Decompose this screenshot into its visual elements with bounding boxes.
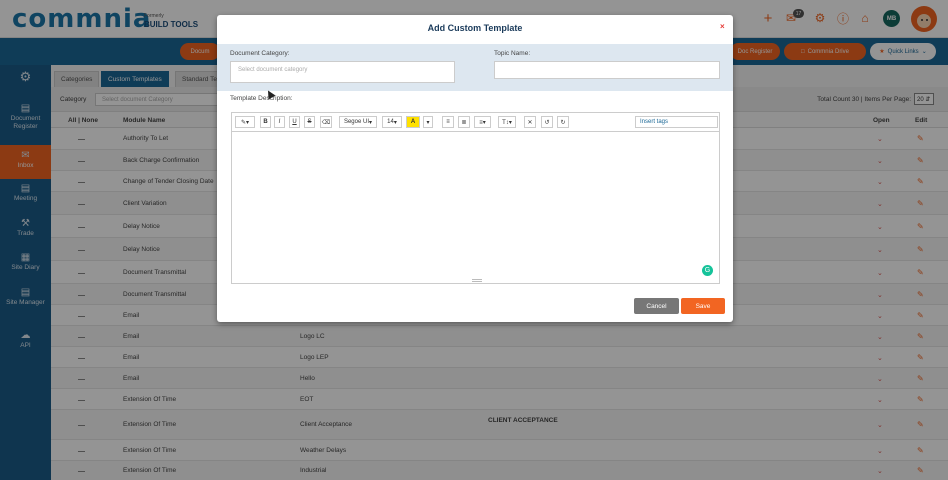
grammarly-icon[interactable]: G xyxy=(702,265,713,276)
color-dropdown-icon[interactable]: ▾ xyxy=(423,116,433,128)
document-category-select[interactable]: Select document category xyxy=(230,61,455,83)
text-color-icon[interactable]: A xyxy=(406,116,420,128)
editor-toolbar: ✎▾ B I U S ⌫ Segoe UI ▾ 14 ▾ A ▾ ≡ ≣ ≡▾ T↕… xyxy=(232,113,719,132)
style-brush-button[interactable]: ✎▾ xyxy=(235,116,255,128)
redo-icon[interactable]: ↻ xyxy=(557,116,569,128)
bold-button[interactable]: B xyxy=(260,116,271,128)
topic-name-input[interactable] xyxy=(494,61,720,79)
fullscreen-icon[interactable]: ✕ xyxy=(524,116,536,128)
resize-handle[interactable] xyxy=(472,279,482,282)
eraser-icon[interactable]: ⌫ xyxy=(320,116,332,128)
strikethrough-button[interactable]: S xyxy=(304,116,315,128)
close-icon[interactable]: × xyxy=(720,22,725,31)
undo-icon[interactable]: ↺ xyxy=(541,116,553,128)
topic-name-label: Topic Name: xyxy=(494,50,531,57)
italic-button[interactable]: I xyxy=(274,116,285,128)
numbered-list-icon[interactable]: ≣ xyxy=(458,116,470,128)
add-custom-template-modal: Add Custom Template × Document Category:… xyxy=(217,15,733,322)
font-family-select[interactable]: Segoe UI ▾ xyxy=(339,116,377,128)
align-icon[interactable]: ≡▾ xyxy=(474,116,491,128)
save-button[interactable]: Save xyxy=(681,298,725,314)
text-height-icon[interactable]: T↕▾ xyxy=(498,116,516,128)
editor-content-area[interactable]: G xyxy=(232,132,719,279)
underline-button[interactable]: U xyxy=(289,116,300,128)
rich-text-editor: ✎▾ B I U S ⌫ Segoe UI ▾ 14 ▾ A ▾ ≡ ≣ ≡▾ T↕… xyxy=(231,112,720,284)
font-size-select[interactable]: 14 ▾ xyxy=(382,116,402,128)
document-category-label: Document Category: xyxy=(230,50,290,57)
bullet-list-icon[interactable]: ≡ xyxy=(442,116,454,128)
insert-tags-select[interactable]: Insert tags xyxy=(635,116,718,128)
cancel-button[interactable]: Cancel xyxy=(634,298,679,314)
template-description-label: Template Description: xyxy=(230,95,293,102)
modal-title: Add Custom Template xyxy=(427,23,523,33)
modal-fields-section: Document Category: Select document categ… xyxy=(217,44,733,91)
